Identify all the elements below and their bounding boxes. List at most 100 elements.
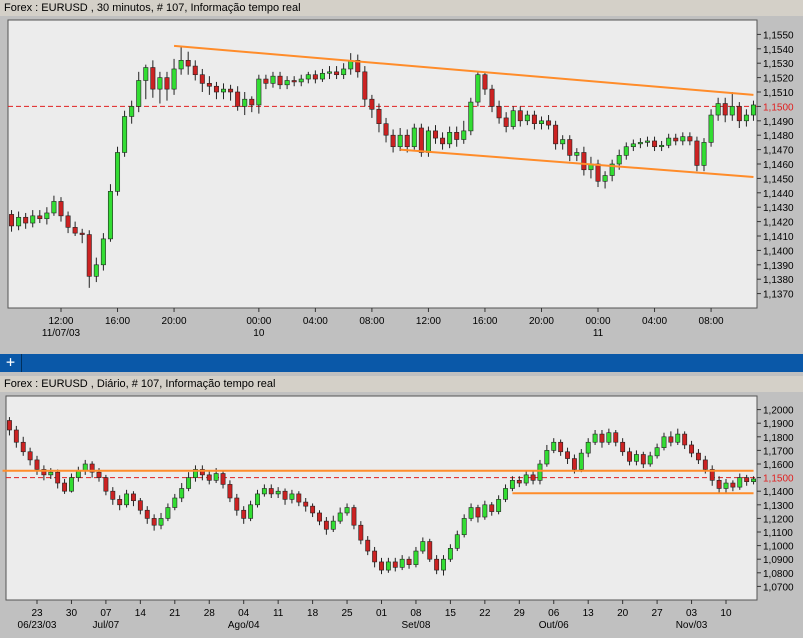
candle-body: [124, 493, 130, 506]
candle-body: [623, 146, 629, 156]
y-tick-label: 1,1440: [763, 189, 794, 200]
y-tick-label: 1,1380: [763, 275, 794, 286]
candle-body: [312, 74, 318, 80]
candle-body: [358, 524, 364, 541]
candle-body: [383, 123, 389, 136]
candle-body: [100, 238, 106, 266]
candle-body: [737, 477, 743, 488]
y-tick-label: 1,1430: [763, 203, 794, 214]
y-tick-label: 1,1200: [763, 514, 794, 525]
candle-body: [110, 490, 116, 500]
candle-body: [241, 509, 247, 519]
candle-body: [578, 452, 584, 470]
candle-body: [489, 504, 495, 512]
y-tick-label: 1,1460: [763, 160, 794, 171]
candle-body: [461, 518, 467, 536]
candle-body: [560, 139, 566, 145]
candle-body: [289, 493, 295, 500]
candle-body: [392, 561, 398, 568]
splitter-crosshair-icon[interactable]: +: [0, 354, 22, 372]
x-tick-label: 23: [31, 608, 43, 619]
panel-splitter[interactable]: +: [0, 350, 803, 376]
candle-body: [644, 140, 650, 143]
candle-body: [716, 480, 722, 489]
candle-body: [496, 106, 502, 119]
x-tick-label: 00:00: [585, 316, 610, 327]
candle-body: [553, 124, 559, 145]
bottom-chart-title: Forex : EURUSD , Diário, # 107, Informaç…: [0, 376, 803, 392]
candle-body: [454, 132, 460, 140]
candle-body: [701, 142, 707, 166]
splitter-bar[interactable]: [0, 354, 803, 372]
y-tick-label: 1,1480: [763, 131, 794, 142]
y-tick-label: 1,1550: [763, 30, 794, 41]
candle-body: [277, 75, 283, 86]
candle-body: [220, 473, 226, 485]
x-tick-label: 20:00: [162, 316, 187, 327]
candle-body: [503, 488, 508, 500]
candle-body: [158, 518, 164, 526]
x-date-label: Jul/07: [93, 620, 120, 631]
candle-body: [317, 512, 322, 522]
x-date-label: Ago/04: [228, 620, 260, 631]
candle-body: [65, 215, 71, 228]
y-tick-label: 1,0800: [763, 569, 794, 580]
candle-body: [413, 550, 419, 565]
candle-body: [558, 441, 564, 453]
y-tick-label: 1,1490: [763, 117, 794, 128]
candle-body: [537, 463, 543, 481]
x-date-label: 10: [253, 328, 265, 339]
candle-body: [213, 85, 219, 93]
candle-body: [296, 493, 302, 503]
candle-body: [565, 451, 570, 459]
x-tick-label: 10: [720, 608, 732, 619]
candle-body: [659, 144, 665, 148]
candle-body: [199, 74, 205, 84]
candle-body: [390, 134, 396, 148]
y-tick-label: 1,1420: [763, 218, 794, 229]
x-tick-label: 22: [479, 608, 491, 619]
candle-body: [475, 74, 481, 103]
x-tick-label: 12:00: [416, 316, 441, 327]
candle-body: [744, 477, 750, 482]
candle-body: [379, 561, 384, 571]
candle-body: [530, 474, 536, 481]
candle-body: [427, 541, 433, 560]
candle-body: [86, 234, 92, 277]
candle-body: [51, 201, 57, 214]
candle-body: [69, 477, 74, 492]
candle-body: [221, 88, 227, 93]
y-tick-label: 1,1400: [763, 246, 794, 257]
x-tick-label: 11: [273, 608, 284, 619]
candle-body: [96, 471, 102, 478]
top-chart-title: Forex : EURUSD , 30 minutos, # 107, Info…: [0, 0, 803, 16]
candle-body: [34, 459, 40, 470]
candle-body: [48, 471, 54, 476]
candle-body: [93, 264, 99, 277]
candle-body: [602, 175, 608, 182]
candle-body: [595, 163, 601, 182]
intraday-candlestick-chart[interactable]: 1,1370 1,1380 1,1390 1,1400 1,1410 1,1420 1,14…: [0, 16, 803, 350]
x-tick-label: 30: [66, 608, 78, 619]
x-tick-label: 12:00: [48, 316, 73, 327]
y-tick-label: 1,1100: [763, 528, 793, 539]
candle-body: [538, 120, 544, 124]
candle-body: [249, 98, 255, 106]
y-tick-label: 1,1400: [763, 487, 794, 498]
y-tick-label: 1,1450: [763, 174, 794, 185]
candle-body: [298, 78, 304, 83]
candle-body: [404, 134, 410, 148]
candle-body: [675, 433, 681, 443]
candle-body: [150, 67, 156, 90]
candle-body: [268, 488, 274, 495]
candle-body: [185, 60, 191, 67]
candle-body: [571, 458, 577, 470]
x-tick-label: 04: [238, 608, 250, 619]
candle-body: [172, 497, 178, 508]
candle-body: [585, 441, 591, 454]
candle-body: [270, 75, 276, 84]
x-tick-label: 16:00: [105, 316, 130, 327]
daily-candlestick-chart[interactable]: 1,0700 1,0800 1,0900 1,1000 1,1100 1,1200 1,13…: [0, 392, 803, 638]
y-tick-label: 1,1500: [763, 102, 794, 113]
candle-body: [637, 142, 643, 145]
